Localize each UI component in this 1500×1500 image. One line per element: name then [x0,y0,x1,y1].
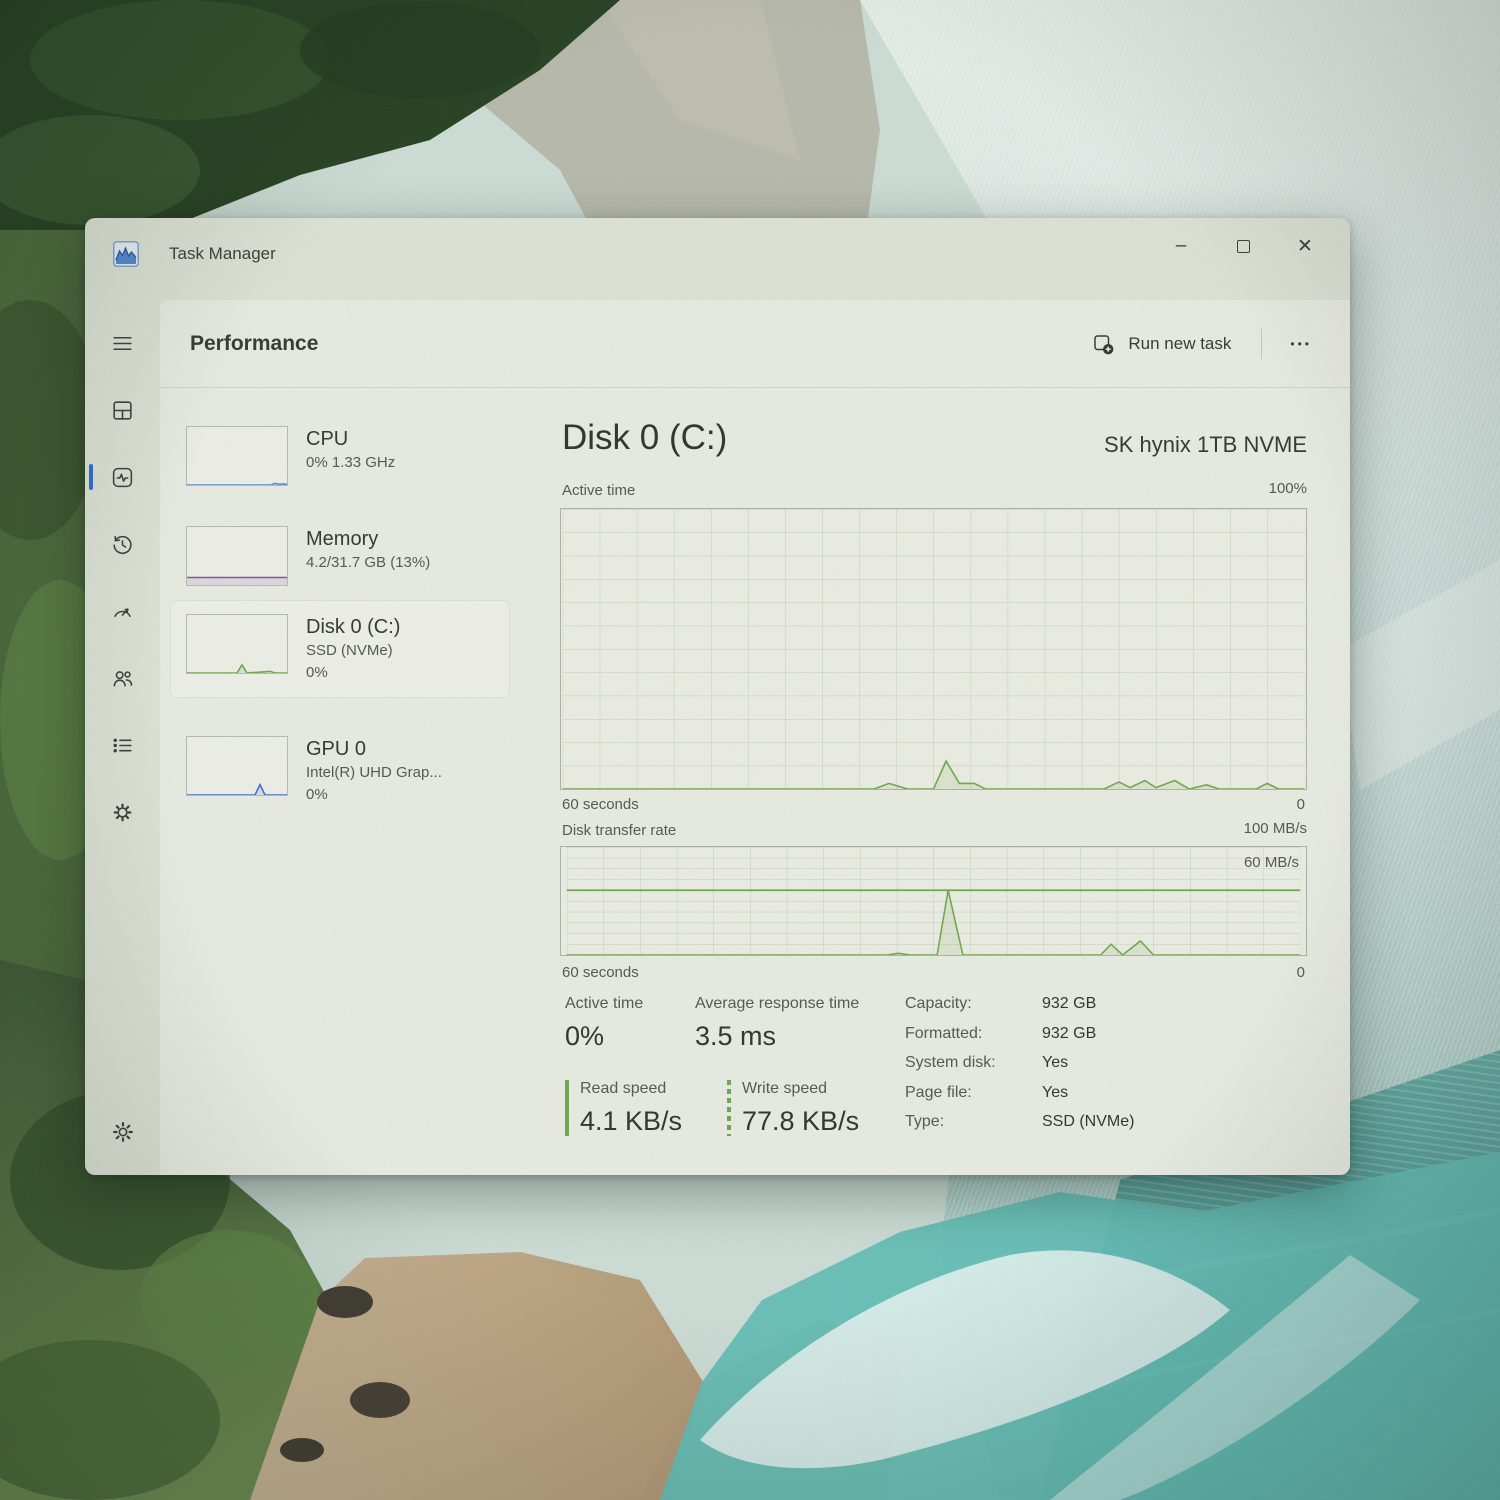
header-divider [1261,329,1262,359]
perf-list-item-cpu[interactable]: CPU 0% 1.33 GHz [170,412,510,500]
page-title: Performance [190,332,318,356]
active-time-label: Active time [565,995,643,1013]
active-time-graph [560,508,1307,790]
page-file-label: Page file: [905,1084,972,1102]
perf-item-name: GPU 0 [306,736,442,762]
app-history-icon [110,532,135,557]
device-name: SK hynix 1TB NVME [1104,432,1307,458]
graph2-xleft: 60 seconds [562,964,639,981]
hamburger-menu-icon [110,331,135,356]
run-new-task-label: Run new task [1128,334,1231,354]
write-speed-value: 77.8 KB/s [742,1106,859,1137]
sidebar-item-startup-apps[interactable] [102,590,144,632]
graph1-label: Active time [562,482,635,499]
sidebar-item-performance[interactable] [102,456,144,498]
disk-transfer-rate-graph [560,846,1307,956]
processes-icon [110,398,135,423]
sidebar-settings-button[interactable] [102,1111,144,1153]
read-speed-value: 4.1 KB/s [580,1106,682,1137]
minimize-button[interactable]: – [1150,218,1212,274]
type-label: Type: [905,1113,944,1131]
performance-icon [110,465,135,490]
graph2-ref-label: 60 MB/s [1244,854,1299,871]
system-disk-label: System disk: [905,1054,996,1072]
sidebar [85,290,160,1175]
perf-item-info: 4.2/31.7 GB (13%) [306,552,430,574]
settings-gear-icon [110,1119,136,1145]
startup-apps-icon [110,599,135,624]
perf-list-item-disk0[interactable]: Disk 0 (C:) SSD (NVMe) 0% [170,600,510,698]
perf-item-info: 0% 1.33 GHz [306,452,395,474]
perf-list-item-gpu0[interactable]: GPU 0 Intel(R) UHD Grap... 0% [170,722,510,820]
disk-detail-panel: Disk 0 (C:) SK hynix 1TB NVME Active tim… [560,418,1307,1148]
ellipsis-icon: ••• [1290,337,1312,351]
cpu-mini-graph [186,426,288,486]
perf-item-info: Intel(R) UHD Grap... [306,762,442,784]
system-disk-value: Yes [1042,1054,1068,1072]
minimize-icon: – [1176,235,1187,257]
titlebar[interactable]: Task Manager – ✕ [85,218,1350,290]
active-time-value: 0% [565,1021,604,1052]
close-icon: ✕ [1297,235,1313,258]
sidebar-menu-button[interactable] [102,322,144,364]
graph1-scale-label: 100% [1269,480,1307,497]
perf-item-info: SSD (NVMe) [306,640,400,662]
task-manager-window: Task Manager – ✕ [85,218,1350,1175]
graph2-label: Disk transfer rate [562,822,676,839]
formatted-label: Formatted: [905,1025,982,1043]
write-speed-label: Write speed [742,1080,827,1098]
panel-title: Disk 0 (C:) [562,418,727,458]
perf-list-item-memory[interactable]: Memory 4.2/31.7 GB (13%) [170,512,510,600]
run-new-task-button[interactable]: Run new task [1082,325,1241,364]
read-speed-bar [565,1080,569,1136]
perf-item-name: Disk 0 (C:) [306,614,400,640]
capacity-value: 932 GB [1042,995,1096,1013]
formatted-value: 932 GB [1042,1025,1096,1043]
close-button[interactable]: ✕ [1274,218,1336,274]
avg-response-value: 3.5 ms [695,1021,776,1052]
write-speed-bar [727,1080,731,1136]
sidebar-item-users[interactable] [102,657,144,699]
avg-response-label: Average response time [695,995,859,1013]
graph1-xleft: 60 seconds [562,796,639,813]
content-card: Performance Run new task ••• CPU 0 [160,300,1350,1175]
memory-mini-graph [186,526,288,586]
sidebar-item-processes[interactable] [102,389,144,431]
perf-item-usage: 0% [306,662,400,684]
disk-stats: Active time 0% Average response time 3.5… [560,995,1307,1145]
perf-item-name: CPU [306,426,395,452]
perf-item-name: Memory [306,526,430,552]
details-icon [110,733,135,758]
users-icon [110,666,135,691]
maximize-icon [1237,240,1250,253]
sidebar-item-details[interactable] [102,724,144,766]
more-options-button[interactable]: ••• [1282,331,1320,357]
maximize-button[interactable] [1212,218,1274,274]
selected-indicator [89,464,93,490]
run-new-task-icon [1092,333,1115,356]
read-speed-label: Read speed [580,1080,666,1098]
graph2-scale-label: 100 MB/s [1244,820,1307,837]
perf-item-usage: 0% [306,784,442,806]
disk-mini-graph [186,614,288,674]
services-icon [110,800,135,825]
task-manager-app-icon [113,241,139,267]
graph2-xright: 0 [1297,964,1305,981]
sidebar-item-services[interactable] [102,791,144,833]
gpu-mini-graph [186,736,288,796]
page-file-value: Yes [1042,1084,1068,1102]
graph1-xright: 0 [1297,796,1305,813]
capacity-label: Capacity: [905,995,972,1013]
type-value: SSD (NVMe) [1042,1113,1134,1131]
window-title: Task Manager [169,244,276,264]
sidebar-item-app-history[interactable] [102,523,144,565]
